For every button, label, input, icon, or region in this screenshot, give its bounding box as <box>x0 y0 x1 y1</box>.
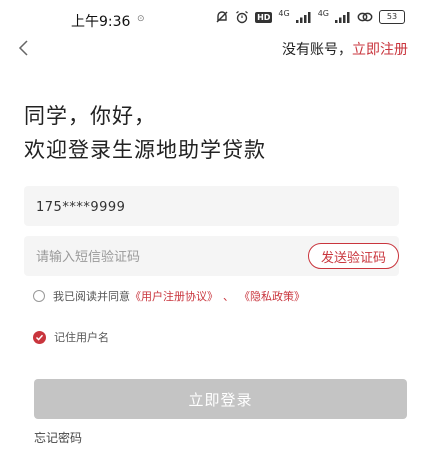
checkmark-icon <box>35 334 44 341</box>
status-indicator-icon: ⊙ <box>137 14 145 24</box>
agreement-radio[interactable] <box>33 290 45 302</box>
agreement-separator: 、 <box>223 290 234 303</box>
battery-icon: 53 <box>379 10 405 24</box>
status-time: 上午9:36 <box>71 14 131 30</box>
status-bar: 上午9:36 ⊙ HD 4G 4G 53 <box>0 0 425 36</box>
greeting: 同学，你好， 欢迎登录生源地助学贷款 <box>24 99 266 167</box>
signal-icon <box>295 12 311 23</box>
mute-bell-icon <box>216 11 228 23</box>
status-icons: HD 4G 4G 53 <box>215 8 405 24</box>
phone-input[interactable] <box>34 186 388 228</box>
hd-badge: HD <box>255 11 273 23</box>
login-button[interactable]: 立即登录 <box>34 379 407 419</box>
sms-code-field: 发送验证码 <box>24 236 399 278</box>
agreement-row: 我已阅读并同意 《用户注册协议》 、 《隐私政策》 <box>33 288 305 304</box>
network-type-label-2: 4G <box>317 8 329 18</box>
privacy-policy-link[interactable]: 《隐私政策》 <box>239 288 305 304</box>
forgot-password-link[interactable]: 忘记密码 <box>34 429 82 446</box>
network-type-label: 4G <box>278 8 290 18</box>
remember-username-row: 记住用户名 <box>33 329 109 345</box>
signal-icon-2 <box>335 12 350 23</box>
register-prompt: 没有账号，立即注册 <box>282 39 408 59</box>
phone-field <box>24 186 399 228</box>
back-arrow-icon[interactable] <box>14 38 34 58</box>
greeting-line-1: 同学，你好， <box>24 104 156 128</box>
remember-checkbox[interactable] <box>33 330 46 344</box>
agreement-prefix: 我已阅读并同意 <box>53 290 130 303</box>
user-agreement-link[interactable]: 《用户注册协议》 <box>130 288 218 304</box>
register-link[interactable]: 立即注册 <box>352 42 408 58</box>
remember-label: 记住用户名 <box>54 331 109 344</box>
sms-code-input[interactable] <box>34 236 288 278</box>
send-code-button[interactable]: 发送验证码 <box>307 243 399 269</box>
greeting-line-2: 欢迎登录生源地助学贷款 <box>24 138 266 162</box>
no-account-text: 没有账号， <box>282 42 352 58</box>
alarm-icon <box>236 11 248 24</box>
link-icon <box>357 12 373 22</box>
